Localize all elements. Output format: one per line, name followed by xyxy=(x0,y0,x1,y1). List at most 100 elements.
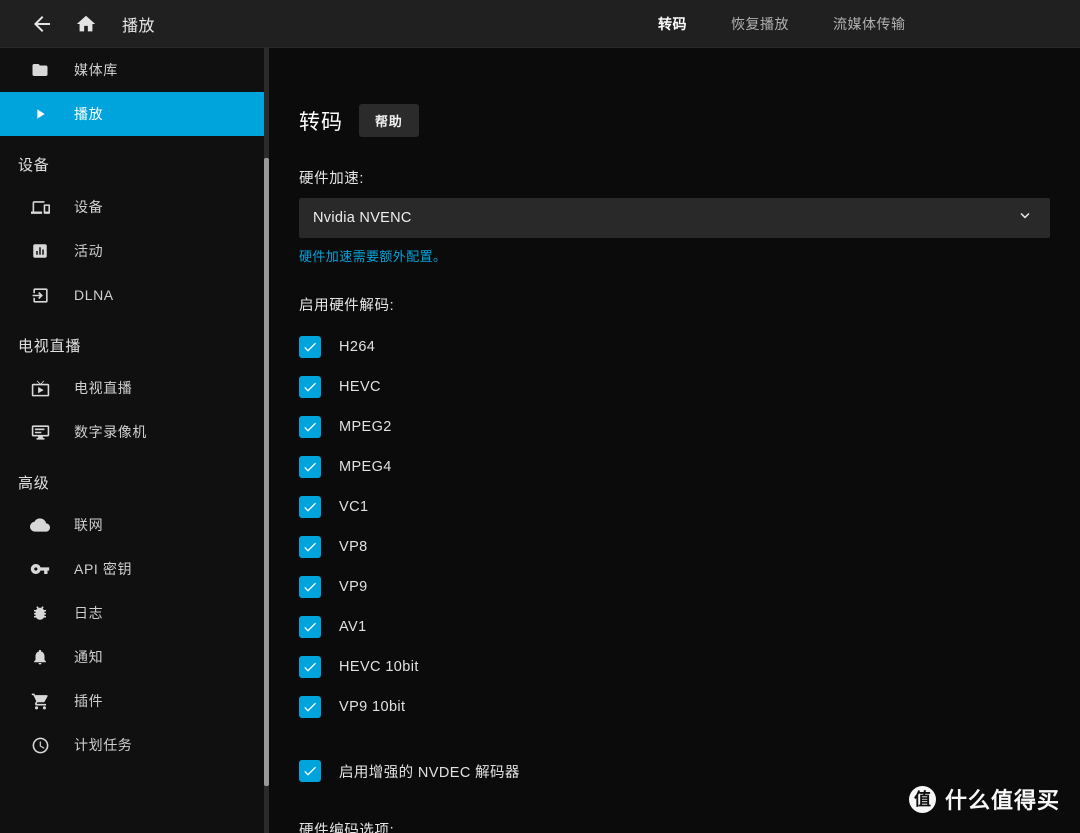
checkbox-row-mpeg4[interactable]: MPEG4 xyxy=(299,447,1050,487)
sidebar-item-label: 日志 xyxy=(74,605,104,621)
key-icon xyxy=(28,557,52,581)
checkbox-row-mpeg2[interactable]: MPEG2 xyxy=(299,407,1050,447)
hwaccel-label: 硬件加速: xyxy=(299,171,365,187)
cart-icon xyxy=(28,689,52,713)
activity-icon xyxy=(28,239,52,263)
sidebar-item-label: 播放 xyxy=(74,106,104,122)
back-arrow-icon[interactable] xyxy=(22,4,62,44)
section-title: 转码 xyxy=(299,110,343,134)
sidebar-item-api-keys[interactable]: API 密钥 xyxy=(0,547,267,591)
check-icon xyxy=(299,760,321,782)
sidebar-item-notifications[interactable]: 通知 xyxy=(0,635,267,679)
check-icon xyxy=(299,496,321,518)
sidebar-item-label: 媒体库 xyxy=(74,62,118,78)
help-button[interactable]: 帮助 xyxy=(359,104,419,137)
checkbox-label: HEVC xyxy=(339,379,381,395)
header-tabs: 转码 恢复播放 流媒体传输 xyxy=(636,0,928,48)
home-icon[interactable] xyxy=(66,4,106,44)
checkbox-label: HEVC 10bit xyxy=(339,659,419,675)
clock-icon xyxy=(28,733,52,757)
encode-section-label: 硬件编码选项: xyxy=(299,823,395,833)
sidebar-item-devices[interactable]: 设备 xyxy=(0,185,267,229)
checkbox-label: AV1 xyxy=(339,619,367,635)
check-icon xyxy=(299,656,321,678)
sidebar-scrollbar-thumb[interactable] xyxy=(264,158,269,786)
sidebar-item-label: 通知 xyxy=(74,649,104,665)
checkbox-row-av1[interactable]: AV1 xyxy=(299,607,1050,647)
checkbox-row-vp8[interactable]: VP8 xyxy=(299,527,1050,567)
section-title-row: 转码 帮助 xyxy=(299,104,1050,137)
sidebar-item-label: 计划任务 xyxy=(74,737,133,753)
sidebar-item-dlna[interactable]: DLNA xyxy=(0,273,267,317)
checkbox-label: VP9 10bit xyxy=(339,699,406,715)
tab-transcoding[interactable]: 转码 xyxy=(636,0,709,48)
watermark: 值 什么值得买 xyxy=(908,783,1060,815)
checkbox-row-h264[interactable]: H264 xyxy=(299,327,1050,367)
checkbox-label: VP8 xyxy=(339,539,368,555)
sidebar-item-library[interactable]: 媒体库 xyxy=(0,48,267,92)
devices-icon xyxy=(28,195,52,219)
check-icon xyxy=(299,576,321,598)
sidebar-item-label: 联网 xyxy=(74,517,104,533)
sidebar-item-label: 数字录像机 xyxy=(74,424,147,440)
sidebar-item-plugins[interactable]: 插件 xyxy=(0,679,267,723)
settings-panel: 转码 帮助 硬件加速: Nvidia NVENC 硬件加速需要额外配置。 启用硬… xyxy=(272,48,1080,833)
watermark-text: 什么值得买 xyxy=(944,788,1060,813)
bug-icon xyxy=(28,601,52,625)
hwaccel-select[interactable]: Nvidia NVENC xyxy=(299,198,1050,238)
bell-icon xyxy=(28,645,52,669)
sidebar-item-activity[interactable]: 活动 xyxy=(0,229,267,273)
checkbox-label: H264 xyxy=(339,339,376,355)
sidebar-item-label: 活动 xyxy=(74,243,104,259)
watermark-logo-icon: 值 xyxy=(908,785,936,813)
play-icon xyxy=(28,102,52,126)
check-icon xyxy=(299,536,321,558)
tab-streaming[interactable]: 流媒体传输 xyxy=(811,0,928,48)
check-icon xyxy=(299,376,321,398)
checkbox-label: 启用增强的 NVDEC 解码器 xyxy=(339,764,520,781)
sidebar-header-livetv: 电视直播 xyxy=(18,338,82,355)
sidebar-item-playback[interactable]: 播放 xyxy=(0,92,267,136)
dvr-icon xyxy=(28,420,52,444)
sidebar-item-label: 插件 xyxy=(74,693,104,709)
check-icon xyxy=(299,696,321,718)
checkbox-row-vp9-10bit[interactable]: VP9 10bit xyxy=(299,687,1050,727)
sidebar-item-networking[interactable]: 联网 xyxy=(0,503,267,547)
live-tv-icon xyxy=(28,376,52,400)
sidebar: 媒体库 播放 设备 设备 活动 DLNA 电视直播 电视直播 数字录像机 高级 … xyxy=(0,48,267,833)
tab-resume[interactable]: 恢复播放 xyxy=(709,0,811,48)
sidebar-item-label: API 密钥 xyxy=(74,561,133,577)
sidebar-item-label: 设备 xyxy=(74,199,104,215)
hwaccel-hint-link[interactable]: 硬件加速需要额外配置。 xyxy=(299,246,446,265)
checkbox-row-vp9[interactable]: VP9 xyxy=(299,567,1050,607)
cloud-icon xyxy=(28,513,52,537)
sidebar-item-livetv[interactable]: 电视直播 xyxy=(0,366,267,410)
hwaccel-selected-value: Nvidia NVENC xyxy=(313,210,412,226)
page-title: 播放 xyxy=(122,17,156,35)
check-icon xyxy=(299,616,321,638)
sidebar-item-logs[interactable]: 日志 xyxy=(0,591,267,635)
sidebar-item-scheduled-tasks[interactable]: 计划任务 xyxy=(0,723,267,767)
check-icon xyxy=(299,336,321,358)
main-content: 转码 帮助 硬件加速: Nvidia NVENC 硬件加速需要额外配置。 启用硬… xyxy=(272,48,1080,833)
header-left-group: 播放 xyxy=(0,0,155,48)
checkbox-row-vc1[interactable]: VC1 xyxy=(299,487,1050,527)
checkbox-label: VC1 xyxy=(339,499,369,515)
app-header: 播放 转码 恢复播放 流媒体传输 xyxy=(0,0,1080,48)
folder-icon xyxy=(28,58,52,82)
checkbox-label: MPEG4 xyxy=(339,459,392,475)
dlna-icon xyxy=(28,283,52,307)
sidebar-item-label: 电视直播 xyxy=(74,380,133,396)
sidebar-header-advanced: 高级 xyxy=(18,475,50,492)
app-root: 播放 转码 恢复播放 流媒体传输 媒体库 播放 设备 设备 活动 DLNA 电视… xyxy=(0,0,1080,833)
checkbox-label: MPEG2 xyxy=(339,419,392,435)
checkbox-label: VP9 xyxy=(339,579,368,595)
decode-section-label: 启用硬件解码: xyxy=(299,298,395,314)
check-icon xyxy=(299,456,321,478)
sidebar-header-devices: 设备 xyxy=(18,157,50,174)
sidebar-item-dvr[interactable]: 数字录像机 xyxy=(0,410,267,454)
check-icon xyxy=(299,416,321,438)
checkbox-row-hevc[interactable]: HEVC xyxy=(299,367,1050,407)
checkbox-row-hevc-10bit[interactable]: HEVC 10bit xyxy=(299,647,1050,687)
